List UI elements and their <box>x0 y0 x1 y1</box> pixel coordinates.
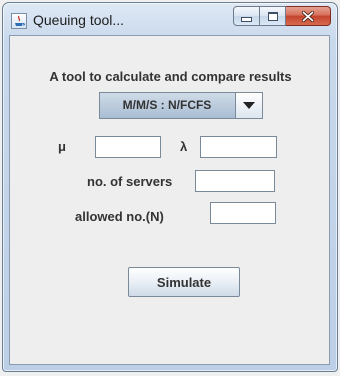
lambda-input[interactable] <box>200 136 277 158</box>
servers-input[interactable] <box>195 170 275 192</box>
maximize-button[interactable] <box>260 6 286 26</box>
minimize-button[interactable] <box>233 6 260 26</box>
model-select[interactable]: M/M/S : N/FCFS <box>99 92 263 119</box>
window-title: Queuing tool... <box>33 12 125 28</box>
allowed-input[interactable] <box>210 202 276 224</box>
close-icon <box>302 10 314 22</box>
chevron-down-icon <box>243 102 255 109</box>
title-bar[interactable]: Queuing tool... <box>3 3 337 37</box>
model-select-dropdown-button[interactable] <box>235 93 262 118</box>
servers-label: no. of servers <box>87 174 173 189</box>
java-icon[interactable] <box>11 13 27 29</box>
window-controls <box>233 6 331 26</box>
mu-input[interactable] <box>95 136 161 158</box>
client-area: A tool to calculate and compare results … <box>9 35 330 365</box>
app-window: Queuing tool... A tool to calculate and … <box>2 2 338 372</box>
model-select-value: M/M/S : N/FCFS <box>122 98 212 112</box>
close-button[interactable] <box>286 6 331 26</box>
lambda-label: λ <box>180 139 188 154</box>
mu-label: μ <box>58 139 66 154</box>
allowed-label: allowed no.(N) <box>75 209 164 224</box>
screenshot: Queuing tool... A tool to calculate and … <box>0 0 340 376</box>
minimize-icon <box>241 17 252 22</box>
maximize-icon <box>267 11 278 21</box>
simulate-button[interactable]: Simulate <box>128 267 240 297</box>
tool-heading: A tool to calculate and compare results <box>49 69 292 84</box>
